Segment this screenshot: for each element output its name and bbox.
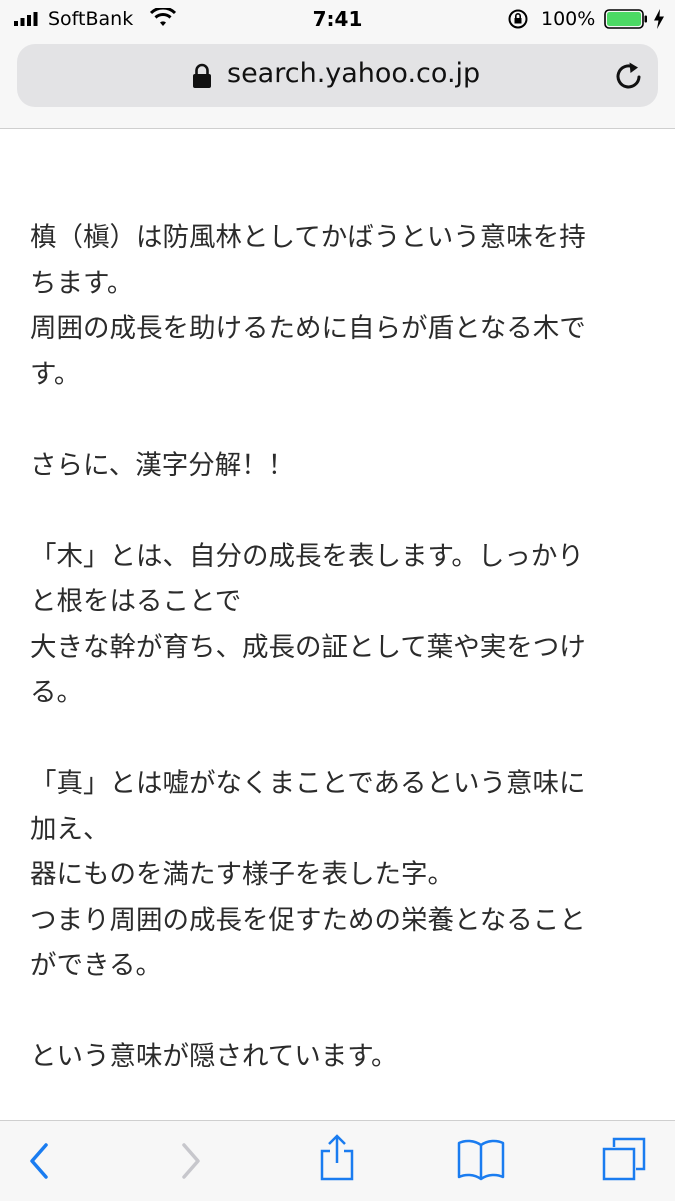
reload-icon[interactable] (612, 59, 646, 93)
text-line: と根をはることで (30, 586, 242, 617)
text-line: ができる。 (30, 950, 162, 981)
text-line: 槙（槇）は防風林としてかばうという意味を持 (30, 222, 586, 253)
text-line: つまり周囲の成長を促すための栄養となること (30, 904, 586, 936)
text-line: という意味が隠されています。 (30, 1041, 398, 1072)
article-paragraph: という意味が隠されています。 (30, 1034, 650, 1080)
text-line: 「木」とは、自分の成長を表します。しっかり (30, 540, 584, 572)
forward-icon[interactable] (178, 1139, 204, 1183)
text-line: 「真」とは嘘がなくまことであるという意味に (30, 768, 586, 799)
url-text: search.yahoo.co.jp (227, 58, 481, 89)
tabs-icon[interactable] (600, 1135, 648, 1183)
article-paragraph: 槙（槇）は防風林としてかばうという意味を持 ちます。周囲の成長を助けるために自らが… (30, 215, 650, 397)
article-paragraph: 「木」とは、自分の成長を表します。しっかり と根をはることで大きな幹が育ち、成長の… (30, 534, 650, 716)
battery-icon (604, 9, 647, 29)
text-line: る。 (30, 677, 83, 708)
battery-percentage: 100% (541, 8, 596, 30)
article-paragraph: 「真」とは嘘がなくまことであるという意味に 加え、器にものを満たす様子を表した字。… (30, 761, 650, 989)
text-line: す。 (30, 358, 81, 390)
text-line: 大きな幹が育ち、成長の証として葉や実をつけ (30, 631, 586, 663)
text-line: 器にものを満たす様子を表した字。 (30, 859, 454, 890)
share-icon[interactable] (317, 1133, 357, 1183)
text-line: ちます。 (30, 267, 134, 299)
bookmarks-icon[interactable] (456, 1137, 506, 1181)
status-bar: SoftBank 7:41 100% (0, 0, 675, 38)
text-line: さらに、漢字分解！！ (30, 449, 295, 481)
back-icon[interactable] (26, 1139, 52, 1183)
text-line: 周囲の成長を助けるために自らが盾となる木で (30, 313, 586, 344)
article-body: 槙（槇）は防風林としてかばうという意味を持 ちます。周囲の成長を助けるために自らが… (30, 215, 650, 1080)
bottom-toolbar (0, 1120, 675, 1201)
charging-icon (654, 9, 664, 29)
address-bar[interactable]: search.yahoo.co.jp (17, 44, 658, 107)
lock-icon (193, 63, 211, 88)
article-paragraph: さらに、漢字分解！！ (30, 443, 650, 489)
rotation-lock-icon (508, 9, 528, 29)
browser-nav-area: search.yahoo.co.jp (0, 38, 675, 129)
text-line: 加え、 (30, 813, 110, 845)
